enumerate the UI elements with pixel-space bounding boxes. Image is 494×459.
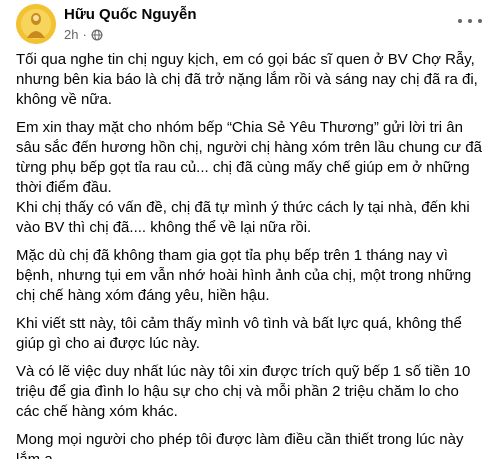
author-avatar[interactable] [16,4,56,44]
post-paragraph: Mong mọi người cho phép tôi được làm điề… [16,431,464,459]
post-paragraph: Em xin thay mặt cho nhóm bếp “Chia Sẻ Yê… [16,119,482,236]
post-body: Tối qua nghe tin chị nguy kịch, em có gọ… [16,50,482,459]
post-meta: 2h · [64,27,103,43]
post-paragraph: Tối qua nghe tin chị nguy kịch, em có gọ… [16,51,478,108]
author-name[interactable]: Hữu Quốc Nguyễn [64,5,197,24]
globe-icon[interactable] [91,29,103,41]
post-paragraph: Và có lẽ việc duy nhất lúc này tôi xin đ… [16,363,471,420]
post-time[interactable]: 2h [64,27,78,43]
meta-separator: · [82,27,87,42]
post-paragraph: Khi viết stt này, tôi cảm thấy mình vô t… [16,315,462,352]
more-options-icon[interactable] [458,14,482,28]
post-paragraph: Mặc dù chị đã không tham gia gọt tỉa phụ… [16,247,472,304]
more-dot [478,19,482,23]
more-dot [468,19,472,23]
avatar-image [16,4,56,44]
more-dot [458,19,462,23]
post-header: Hữu Quốc Nguyễn 2h · [16,4,486,44]
